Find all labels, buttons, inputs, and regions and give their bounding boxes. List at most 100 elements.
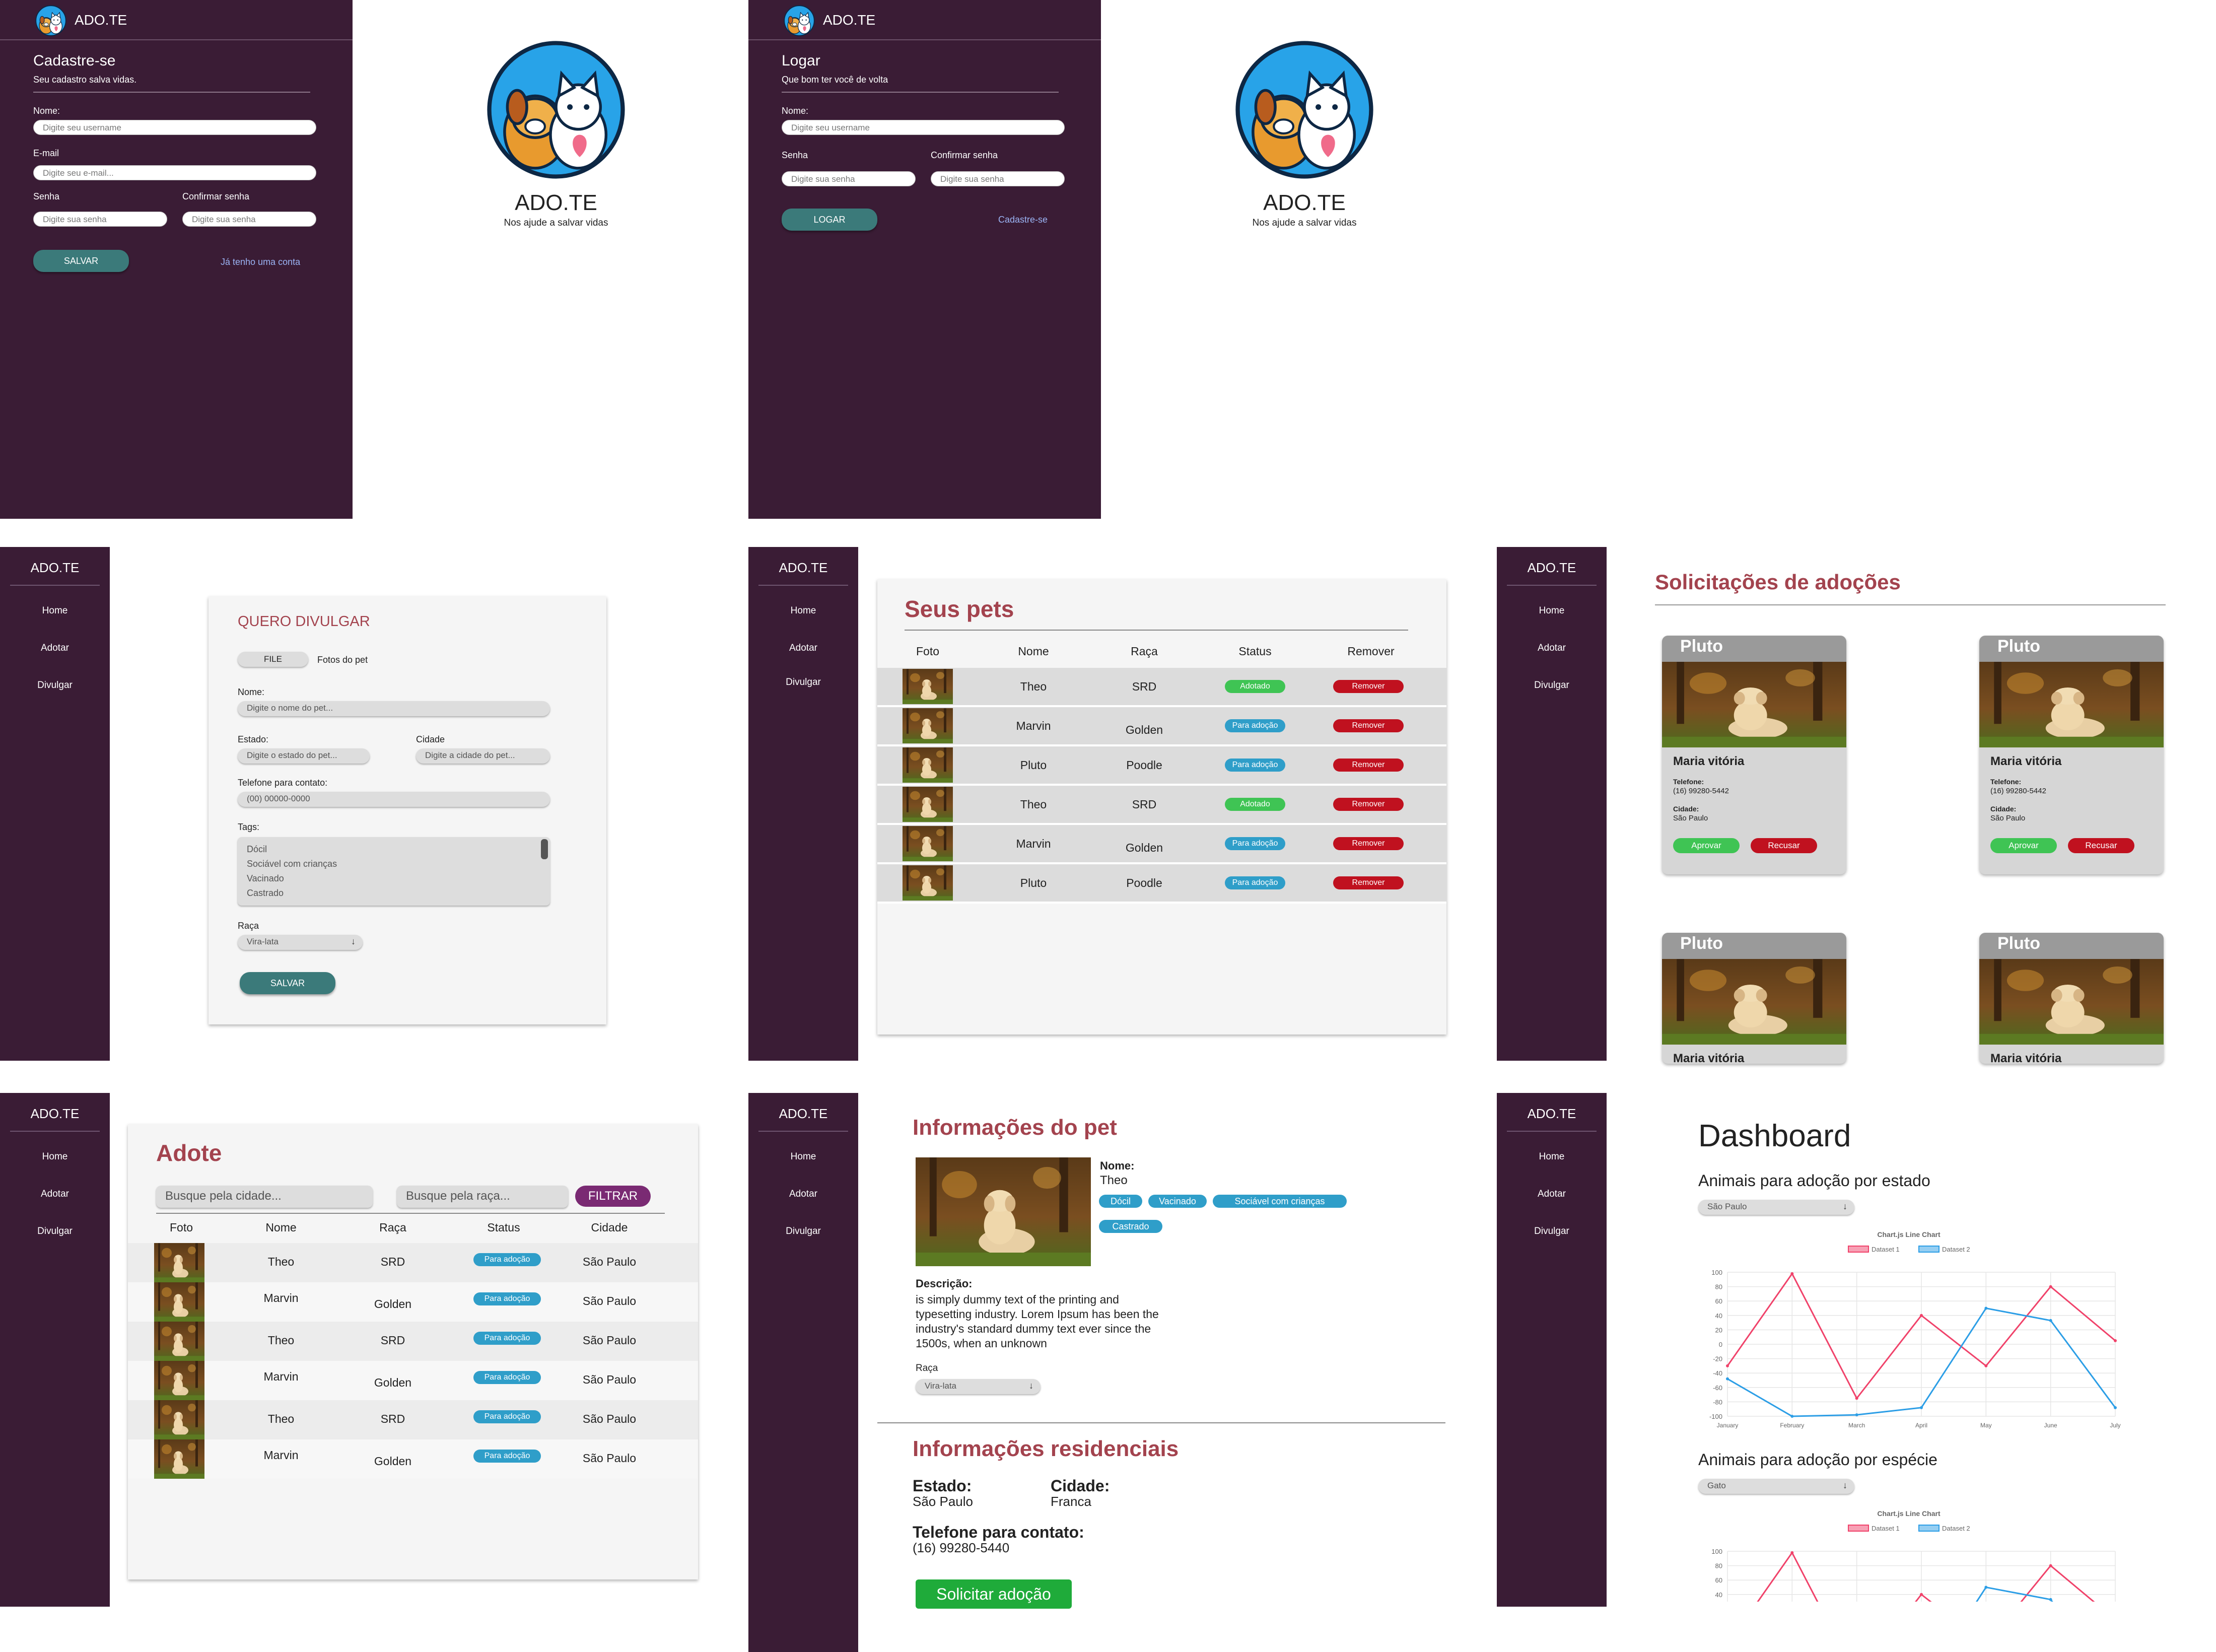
breed-search-input[interactable]: Busque pela raça... — [397, 1186, 568, 1208]
status-badge: Adotado — [1225, 798, 1285, 811]
y-tick-label: 80 — [1715, 1283, 1722, 1291]
tags-list[interactable]: Dócil Sociável com crianças Vacinado Cas… — [238, 837, 550, 906]
sidebar-item-home[interactable]: Home — [1497, 1151, 1607, 1162]
chart1-title: Animais para adoção por estado — [1698, 1172, 1930, 1190]
remove-button[interactable]: Remover — [1333, 759, 1404, 772]
sidebar-item-home[interactable]: Home — [0, 605, 110, 616]
legend-swatch — [1848, 1525, 1869, 1532]
pet-breed: Golden — [1125, 723, 1163, 736]
pet-photo — [154, 1400, 204, 1439]
sidebar-item-divulgar[interactable]: Divulgar — [0, 680, 110, 691]
x-tick-label: April — [1915, 1422, 1927, 1429]
state-value: São Paulo — [913, 1494, 973, 1509]
remove-button[interactable]: Remover — [1333, 837, 1404, 850]
section-divider — [877, 1422, 1445, 1423]
save-button[interactable]: SALVAR — [33, 250, 129, 272]
data-point — [1726, 1377, 1729, 1381]
sidebar-item-adotar[interactable]: Adotar — [0, 1189, 110, 1200]
phone-input[interactable]: (00) 00000-0000 — [238, 792, 550, 807]
city-input[interactable]: Digite a cidade do pet... — [416, 748, 550, 764]
email-input[interactable]: Digite seu e-mail... — [33, 165, 316, 180]
status-badge: Adotado — [1225, 680, 1285, 693]
sidebar-item-divulgar[interactable]: Divulgar — [748, 1226, 858, 1237]
sidebar-item-adotar[interactable]: Adotar — [748, 1189, 858, 1200]
refuse-button[interactable]: Recusar — [1751, 838, 1817, 853]
dashboard-title: Dashboard — [1698, 1119, 1851, 1153]
adoption-request-card: Pluto Maria vitória — [1662, 933, 1846, 1064]
remove-button[interactable]: Remover — [1333, 680, 1404, 693]
password-input[interactable]: Digite sua senha — [782, 171, 916, 186]
phone-label: Telefone: — [1673, 778, 1704, 786]
register-link[interactable]: Cadastre-se — [998, 215, 1048, 225]
sidebar-item-divulgar[interactable]: Divulgar — [1497, 680, 1607, 691]
data-point — [1920, 1593, 1923, 1596]
pet-breed: SRD — [1132, 798, 1157, 811]
city-value: Franca — [1051, 1494, 1091, 1509]
sidebar-item-adotar[interactable]: Adotar — [0, 643, 110, 654]
tag-option[interactable]: Dócil — [247, 842, 541, 857]
breed-select[interactable]: Vira-lata ↓ — [238, 935, 363, 950]
tag-option[interactable]: Sociável com crianças — [247, 857, 541, 871]
file-button[interactable]: FILE — [238, 652, 308, 667]
adoption-request-card: Pluto Maria vitória — [1979, 933, 2164, 1064]
arrow-down-icon: ↓ — [1029, 1381, 1033, 1391]
sidebar-item-home[interactable]: Home — [748, 1151, 858, 1162]
approve-button[interactable]: Aprovar — [1990, 838, 2057, 853]
password-input[interactable]: Digite sua senha — [33, 212, 167, 227]
page-title: Solicitações de adoções — [1655, 570, 1901, 594]
sidebar-item-adotar[interactable]: Adotar — [1497, 1189, 1607, 1200]
approve-button[interactable]: Aprovar — [1673, 838, 1740, 853]
confirm-password-input[interactable]: Digite sua senha — [931, 171, 1065, 186]
login-link[interactable]: Já tenho uma conta — [221, 257, 300, 267]
confirm-password-input[interactable]: Digite sua senha — [182, 212, 316, 227]
species-select[interactable]: Gato ↓ — [1698, 1479, 1854, 1494]
sidebar-item-divulgar[interactable]: Divulgar — [748, 677, 858, 688]
sidebar-item-adotar[interactable]: Adotar — [748, 643, 858, 654]
state-input[interactable]: Digite o estado do pet... — [238, 748, 370, 764]
city-search-input[interactable]: Busque pela cidade... — [156, 1186, 373, 1208]
name-input[interactable]: Digite seu username — [33, 120, 316, 135]
sidebar-item-home[interactable]: Home — [748, 605, 858, 616]
phone-value: (16) 99280-5442 — [1990, 787, 2046, 795]
seus-pets-card: Seus pets Foto Nome Raça Status Remover … — [877, 579, 1446, 1035]
arrow-down-icon: ↓ — [1843, 1201, 1847, 1211]
remove-button[interactable]: Remover — [1333, 719, 1404, 732]
login-button[interactable]: LOGAR — [782, 209, 877, 231]
state-label: Estado: — [913, 1477, 972, 1495]
refuse-button[interactable]: Recusar — [2068, 838, 2134, 853]
hero-brand-name: ADO.TE — [1263, 190, 1346, 215]
remove-button[interactable]: Remover — [1333, 876, 1404, 889]
scrollbar[interactable] — [541, 839, 548, 859]
species-value: Gato — [1707, 1481, 1726, 1490]
sidebar-item-home[interactable]: Home — [1497, 605, 1607, 616]
pet-name: Theo — [1020, 680, 1047, 693]
pet-photo — [903, 747, 953, 783]
city-label: Cidade: — [1990, 805, 2017, 813]
sidebar-item-divulgar[interactable]: Divulgar — [0, 1226, 110, 1237]
legend-label: Dataset 2 — [1942, 1246, 1970, 1253]
pet-breed: Golden — [374, 1455, 412, 1468]
title-divider — [156, 1213, 665, 1214]
confirm-password-label: Confirmar senha — [931, 150, 998, 160]
request-adoption-button[interactable]: Solicitar adoção — [916, 1579, 1072, 1609]
name-input[interactable]: Digite o nome do pet... — [238, 701, 550, 716]
state-select[interactable]: São Paulo ↓ — [1698, 1200, 1854, 1215]
sidebar-item-adotar[interactable]: Adotar — [1497, 643, 1607, 654]
name-label: Nome: — [238, 687, 265, 697]
confirm-password-label: Confirmar senha — [182, 191, 250, 201]
password-label: Senha — [782, 150, 808, 160]
save-button[interactable]: SALVAR — [240, 972, 335, 994]
breed-select[interactable]: Vira-lata ↓ — [916, 1379, 1041, 1394]
remove-button[interactable]: Remover — [1333, 798, 1404, 811]
filter-button[interactable]: FILTRAR — [575, 1186, 651, 1207]
pet-breed: Golden — [1125, 841, 1163, 854]
hero-tagline: Nos ajude a salvar vidas — [1252, 218, 1357, 228]
pet-photo — [154, 1439, 204, 1479]
sidebar-item-home[interactable]: Home — [0, 1151, 110, 1162]
sidebar-item-divulgar[interactable]: Divulgar — [1497, 1226, 1607, 1237]
brand-logo-icon — [784, 5, 815, 36]
tag-option[interactable]: Castrado — [247, 886, 541, 901]
tag-option[interactable]: Vacinado — [247, 871, 541, 886]
pet-name: Marvin — [263, 1291, 299, 1304]
name-input[interactable]: Digite seu username — [782, 120, 1065, 135]
